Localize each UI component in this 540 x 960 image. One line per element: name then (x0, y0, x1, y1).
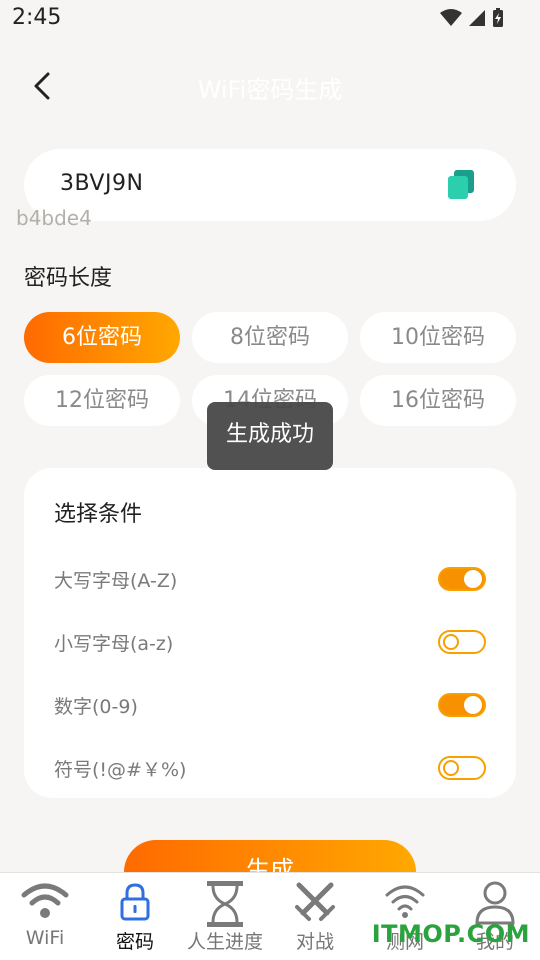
length-option-16[interactable]: 16位密码 (360, 375, 516, 426)
length-option-12[interactable]: 12位密码 (24, 375, 180, 426)
condition-label: 符号(!@#￥%) (54, 759, 187, 781)
condition-symbols-row: 符号(!@#￥%) (54, 747, 486, 787)
uppercase-toggle[interactable] (438, 567, 486, 591)
battery-icon (493, 8, 503, 27)
status-bar: 2:45 (0, 0, 540, 38)
tab-life-progress[interactable]: 人生进度 (180, 873, 270, 960)
toggle-knob (443, 760, 459, 776)
app-header: WiFi密码生成 (0, 58, 540, 114)
toggle-knob (464, 696, 482, 714)
digits-toggle[interactable] (438, 693, 486, 717)
wifi-signal-icon (385, 885, 425, 918)
password-display-card: 3BVJ9N (24, 149, 516, 221)
watermark-logo: ITMOP.COM (371, 920, 530, 948)
generated-password: 3BVJ9N (60, 171, 144, 196)
wifi-status-icon (440, 9, 462, 26)
lowercase-toggle[interactable] (438, 630, 486, 654)
tab-battle[interactable]: 对战 (270, 873, 360, 960)
toast-message: 生成成功 (207, 402, 333, 470)
length-option-10[interactable]: 10位密码 (360, 312, 516, 363)
condition-label: 小写字母(a-z) (54, 633, 174, 655)
condition-label: 大写字母(A-Z) (54, 570, 178, 592)
wifi-icon (21, 883, 69, 918)
page-title: WiFi密码生成 (197, 76, 343, 104)
length-section-label: 密码长度 (24, 266, 113, 291)
length-option-6[interactable]: 6位密码 (24, 312, 180, 363)
lock-icon (120, 883, 150, 921)
conditions-card: 选择条件 大写字母(A-Z) 小写字母(a-z) 数字(0-9) 符号(!@#￥… (24, 468, 516, 798)
crossed-swords-icon (295, 882, 335, 921)
tab-password[interactable]: 密码 (90, 873, 180, 960)
condition-uppercase-row: 大写字母(A-Z) (54, 558, 486, 598)
condition-lowercase-row: 小写字母(a-z) (54, 621, 486, 661)
symbols-toggle[interactable] (438, 756, 486, 780)
status-time: 2:45 (12, 5, 62, 30)
tab-wifi[interactable]: WiFi (0, 873, 90, 960)
signal-icon (469, 10, 485, 26)
length-option-8[interactable]: 8位密码 (192, 312, 348, 363)
copy-icon (448, 170, 474, 199)
hourglass-icon (207, 881, 243, 927)
status-icons (440, 8, 504, 28)
toggle-knob (464, 570, 482, 588)
condition-digits-row: 数字(0-9) (54, 684, 486, 724)
condition-label: 数字(0-9) (54, 696, 138, 718)
conditions-title: 选择条件 (54, 502, 143, 527)
copy-button[interactable] (446, 169, 476, 201)
toggle-knob (443, 634, 459, 650)
password-hash-text: b4bde4 (16, 206, 92, 230)
